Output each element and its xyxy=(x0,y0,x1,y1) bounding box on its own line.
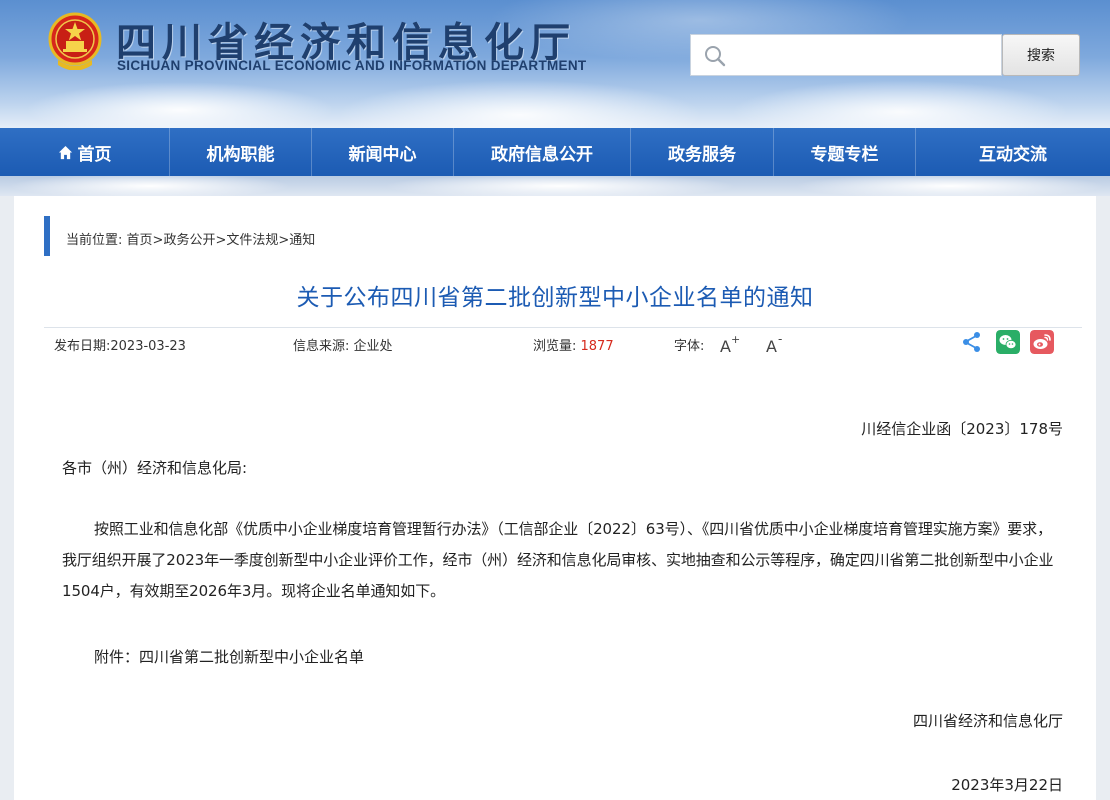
nav-item-label: 政务服务 xyxy=(668,144,736,165)
site-title-english: SICHUAN PROVINCIAL ECONOMIC AND INFORMAT… xyxy=(117,58,587,73)
weibo-icon[interactable] xyxy=(1030,330,1054,354)
font-size-label: 字体: xyxy=(674,339,705,354)
view-count-value: 1877 xyxy=(580,339,614,354)
breadcrumb-link-home[interactable]: 首页 xyxy=(127,233,153,248)
view-count-label: 浏览量: xyxy=(533,339,581,354)
content-panel: 当前位置: 首页>政务公开>文件法规>通知 关于公布四川省第二批创新型中小企业名… xyxy=(14,196,1096,800)
breadcrumb-separator: > xyxy=(152,233,164,248)
search-input[interactable] xyxy=(735,41,995,69)
breadcrumb-separator: > xyxy=(278,233,290,248)
nav-item-news[interactable]: 新闻中心 xyxy=(312,128,454,176)
nav-item-label: 互动交流 xyxy=(979,144,1047,165)
breadcrumb-link-gov-affairs[interactable]: 政务公开 xyxy=(163,233,215,248)
nav-item-functions[interactable]: 机构职能 xyxy=(170,128,312,176)
article-paragraph: 按照工业和信息化部《优质中小企业梯度培育管理暂行办法》（工信部企业〔2022〕6… xyxy=(62,520,1054,600)
svg-text:A: A xyxy=(720,337,731,354)
nav-item-label: 首页 xyxy=(77,144,112,165)
nav-item-label: 机构职能 xyxy=(206,144,275,165)
article-title: 关于公布四川省第二批创新型中小企业名单的通知 xyxy=(296,285,814,311)
font-decrease-icon[interactable]: A - xyxy=(765,334,787,354)
article-meta-bar: 发布日期:2023-03-23 信息来源: 企业处 浏览量: 1877 字体: … xyxy=(44,327,1082,357)
nav-item-label: 专题专栏 xyxy=(810,144,879,165)
breadcrumb-accent-bar xyxy=(44,216,50,256)
font-increase-icon[interactable]: A + xyxy=(719,334,741,354)
nav-item-topics[interactable]: 专题专栏 xyxy=(774,128,916,176)
view-count: 浏览量: 1877 xyxy=(533,335,614,354)
search-box[interactable] xyxy=(690,34,1002,76)
search-button[interactable]: 搜索 xyxy=(1002,34,1080,76)
search-icon xyxy=(705,46,726,67)
nav-item-label: 新闻中心 xyxy=(348,144,417,165)
nav-item-label: 政府信息公开 xyxy=(491,144,593,165)
nav-item-services[interactable]: 政务服务 xyxy=(631,128,774,176)
nav-item-home[interactable]: 首页 xyxy=(0,128,170,176)
info-source: 信息来源: 企业处 xyxy=(293,339,393,354)
attachment-link[interactable]: 附件：四川省第二批创新型中小企业名单 xyxy=(94,646,364,667)
breadcrumb-link-documents[interactable]: 文件法规 xyxy=(226,233,278,248)
breadcrumb: 当前位置: 首页>政务公开>文件法规>通知 xyxy=(66,229,315,248)
nav-item-interaction[interactable]: 互动交流 xyxy=(916,128,1110,176)
svg-text:+: + xyxy=(731,334,740,346)
decorative-cloud-strip xyxy=(0,176,1110,196)
header-banner: 四川省经济和信息化厅 SICHUAN PROVINCIAL ECONOMIC A… xyxy=(0,0,1110,128)
breadcrumb-prefix: 当前位置: xyxy=(66,233,123,248)
document-number: 川经信企业函〔2023〕178号 xyxy=(861,420,1063,438)
national-emblem-icon xyxy=(48,12,102,70)
svg-text:-: - xyxy=(778,334,782,346)
nav-item-gov-info[interactable]: 政府信息公开 xyxy=(454,128,631,176)
home-icon xyxy=(58,145,72,159)
signature: 四川省经济和信息化厅 xyxy=(912,712,1063,730)
signature-date: 2023年3月22日 xyxy=(951,776,1063,794)
share-icon[interactable] xyxy=(960,330,984,354)
breadcrumb-separator: > xyxy=(215,233,227,248)
wechat-icon[interactable] xyxy=(996,330,1020,354)
publish-date: 发布日期:2023-03-23 xyxy=(54,339,186,354)
salutation: 各市（州）经济和信息化局: xyxy=(62,459,248,477)
breadcrumb-link-notices[interactable]: 通知 xyxy=(289,233,315,248)
main-nav: 首页 机构职能 新闻中心 政府信息公开 政务服务 专题专栏 互动交流 xyxy=(0,128,1110,176)
svg-text:A: A xyxy=(766,337,777,354)
